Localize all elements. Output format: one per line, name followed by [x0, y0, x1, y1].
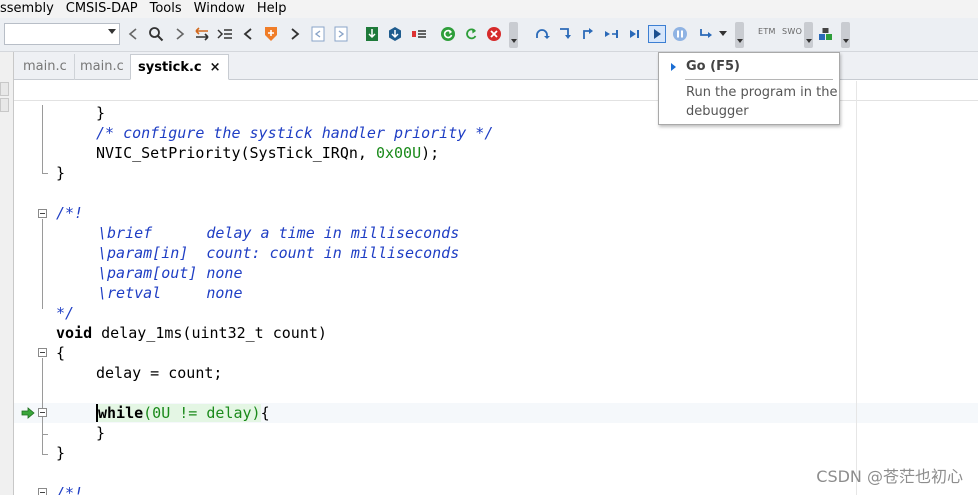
code-condition: (0U != delay) [143, 404, 261, 422]
code-comment: /*! [56, 204, 84, 222]
back-icon[interactable] [124, 25, 142, 43]
code-line: delay = count; [96, 364, 223, 382]
current-pc-arrow-icon [21, 407, 35, 419]
code-comment: */ [56, 304, 75, 322]
tab-systick-c[interactable]: systick.c × [130, 54, 229, 80]
reset-icon[interactable] [439, 25, 457, 43]
go-button[interactable] [648, 25, 666, 43]
tooltip-separator [685, 79, 833, 80]
tooltip-title: Go (F5) [686, 59, 740, 74]
menu-bar: ssembly CMSIS-DAP Tools Window Help [0, 0, 978, 18]
next-icon[interactable] [286, 25, 304, 43]
step-over-icon[interactable] [533, 25, 551, 43]
run-to-cursor-icon[interactable] [602, 25, 620, 43]
code-line: } [96, 424, 106, 442]
component-icon[interactable] [817, 25, 835, 43]
stop-icon[interactable] [485, 25, 503, 43]
code-fn: NVIC_SetPriority(SysTick_IRQn, [96, 144, 376, 162]
fold-toggle[interactable] [38, 209, 47, 218]
halt-icon[interactable] [671, 25, 689, 43]
download-hex-icon[interactable] [386, 25, 404, 43]
code-number: 0x00U [375, 144, 422, 162]
code-punct: ); [421, 144, 440, 162]
fold-toggle[interactable] [38, 408, 47, 417]
panel-tab[interactable] [0, 98, 9, 112]
toolbar-grip[interactable] [804, 22, 813, 48]
code-comment: \brief delay a time in milliseconds [98, 224, 460, 242]
toolbar-grip[interactable] [735, 22, 744, 48]
tab-main-c-1[interactable]: main.c [16, 54, 75, 80]
next-bookmark-icon[interactable] [332, 25, 350, 43]
code-comment: \param[in] count: count in milliseconds [98, 244, 460, 262]
code-comment: /* configure the systick handler priorit… [96, 124, 494, 142]
toolbar-grip[interactable] [509, 22, 518, 48]
fold-end [42, 454, 48, 455]
code-line: } [96, 104, 106, 122]
toolbar: ETM SWO [0, 18, 978, 52]
swap-arrows-icon[interactable] [193, 25, 211, 43]
swo-label[interactable]: SWO [782, 27, 802, 36]
return-icon[interactable] [697, 25, 715, 43]
target-combo[interactable] [4, 23, 120, 45]
refresh-icon[interactable] [462, 25, 480, 43]
code-line: } [56, 164, 66, 182]
tab-label: main.c [80, 59, 124, 74]
tooltip-arrow-icon [671, 63, 676, 71]
watermark: CSDN @苍茫也初心 [816, 467, 963, 486]
code-line: } [56, 444, 66, 462]
indent-icon[interactable] [216, 25, 234, 43]
search-icon[interactable] [147, 25, 165, 43]
menu-tools[interactable]: Tools [144, 0, 188, 18]
code-keyword: void [56, 324, 93, 342]
bookmark-shield-icon[interactable] [262, 25, 280, 43]
tab-label: main.c [23, 59, 67, 74]
right-margin-line [856, 81, 857, 495]
code-comment: \param[out] none [98, 264, 243, 282]
registers-icon[interactable] [410, 25, 428, 43]
fold-line [42, 219, 43, 309]
menu-window[interactable]: Window [188, 0, 251, 18]
fold-line [42, 105, 43, 173]
project-panel-strip [0, 52, 14, 495]
menu-cmsis-dap[interactable]: CMSIS-DAP [60, 0, 144, 18]
close-icon[interactable]: × [210, 60, 221, 75]
code-keyword: while [96, 404, 144, 422]
fold-toggle[interactable] [38, 488, 47, 495]
code-editor[interactable]: } /* configure the systick handler prior… [14, 81, 978, 495]
step-out-icon[interactable] [579, 25, 597, 43]
forward-icon[interactable] [171, 25, 189, 43]
code-line: NVIC_SetPriority(SysTick_IRQn, 0x00U); [96, 143, 439, 163]
step-into-icon[interactable] [556, 25, 574, 43]
tooltip-description: Run the program in the debugger [686, 85, 838, 119]
code-comment: /*! [56, 484, 84, 495]
code-line: { [56, 344, 66, 362]
code-comment: \retval none [98, 284, 243, 302]
dropdown-arrow-icon[interactable] [717, 25, 729, 43]
play-icon [654, 29, 661, 39]
panel-tab[interactable] [0, 82, 9, 96]
menu-help[interactable]: Help [251, 0, 293, 18]
tab-label: systick.c [138, 60, 202, 75]
run-to-line-icon[interactable] [625, 25, 643, 43]
prev-bookmark-icon[interactable] [309, 25, 327, 43]
fold-end [42, 173, 48, 174]
tab-main-c-2[interactable]: main.c [73, 54, 132, 80]
fold-line [42, 358, 43, 454]
code-line-current: while(0U != delay){ [96, 403, 270, 423]
toolbar-grip[interactable] [841, 22, 850, 48]
code-line: void delay_1ms(uint32_t count) [56, 323, 327, 343]
code-punct: { [260, 404, 270, 422]
code-signature: delay_1ms(uint32_t count) [92, 324, 327, 342]
fold-end [42, 434, 48, 435]
fold-toggle[interactable] [38, 348, 47, 357]
go-tooltip: Go (F5) Run the program in the debugger [658, 52, 840, 125]
etm-label[interactable]: ETM [758, 27, 776, 36]
load-icon[interactable] [363, 25, 381, 43]
menu-assembly[interactable]: ssembly [0, 0, 60, 18]
chevron-down-icon[interactable] [108, 29, 116, 34]
prev-icon[interactable] [239, 25, 257, 43]
